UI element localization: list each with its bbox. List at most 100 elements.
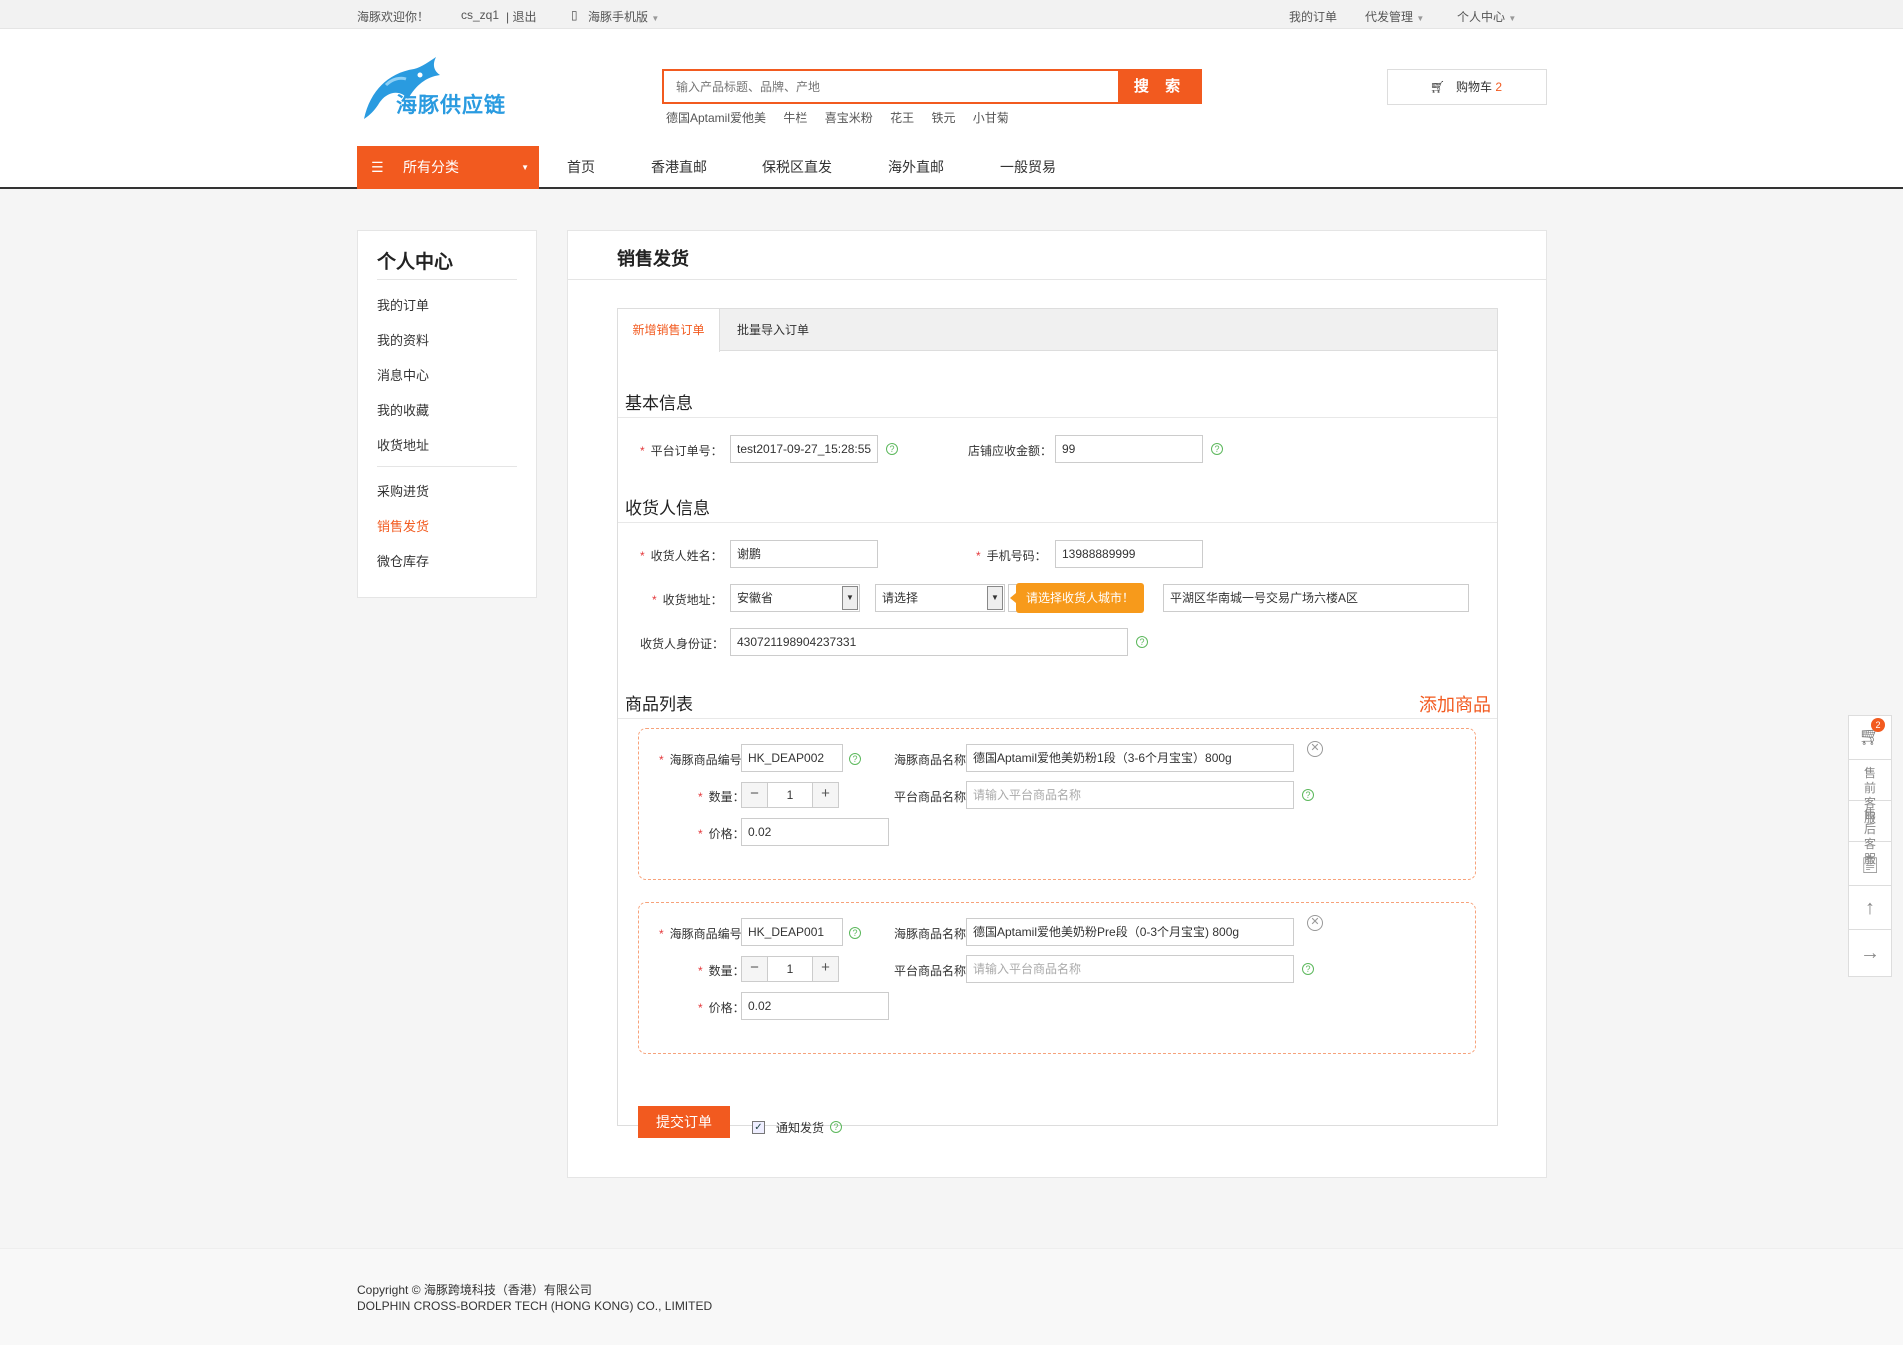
city-tooltip: 请选择收货人城市！ xyxy=(1009,583,1145,613)
cart-icon: 🛒︎ xyxy=(1430,80,1446,94)
phone-input[interactable]: 13988889999 xyxy=(1055,540,1203,568)
mobile-version-link[interactable]: 海豚手机版 ▼ xyxy=(588,8,659,25)
clipboard-search-icon[interactable]: 📋︎ xyxy=(1849,842,1891,886)
arrow-up-icon[interactable]: ↑ xyxy=(1849,886,1891,930)
help-icon[interactable]: ? xyxy=(1211,443,1223,455)
sidebar-item-favorites[interactable]: 我的收藏 xyxy=(377,400,429,419)
goods-code-input[interactable]: HK_DEAP002 xyxy=(741,744,843,772)
hot-word-link[interactable]: 德国Aptamil爱他美 xyxy=(666,111,766,125)
my-orders-link[interactable]: 我的订单 xyxy=(1289,8,1337,25)
quantity-value[interactable]: 1 xyxy=(768,783,812,807)
divider xyxy=(377,466,517,467)
decrement-button[interactable]: − xyxy=(742,957,768,981)
sidebar-item-warehouse[interactable]: 微仓库存 xyxy=(377,551,429,570)
id-input[interactable]: 430721198904237331 xyxy=(730,628,1128,656)
hot-word-link[interactable]: 铁元 xyxy=(931,111,955,125)
float-cart-button[interactable]: 🛒︎ 2 xyxy=(1849,716,1891,760)
quantity-value[interactable]: 1 xyxy=(768,957,812,981)
tab-bulk-import[interactable]: 批量导入订单 xyxy=(720,309,826,351)
goods-code-label: * 海豚商品编号： xyxy=(659,753,754,767)
section-title-consignee: 收货人信息 xyxy=(625,499,710,518)
mobile-icon: ▯ xyxy=(571,8,578,22)
chevron-down-icon: ▼ xyxy=(521,163,529,172)
cart-badge: 2 xyxy=(1871,718,1885,732)
aftersale-service-button[interactable]: 售后客服 xyxy=(1849,801,1891,866)
sidebar-item-my-orders[interactable]: 我的订单 xyxy=(377,295,429,314)
hot-words: 德国Aptamil爱他美 牛栏 喜宝米粉 花王 铁元 小甘菊 xyxy=(666,109,1023,126)
phone-label: * 手机号码： xyxy=(976,549,1047,563)
decrement-button[interactable]: − xyxy=(742,783,768,807)
agent-menu[interactable]: 代发管理 ▼ xyxy=(1365,8,1424,25)
logo[interactable]: 海豚供应链 xyxy=(356,51,516,123)
divider xyxy=(377,279,517,280)
all-categories-button[interactable]: ☰ 所有分类 ▼ xyxy=(357,146,539,189)
hot-word-link[interactable]: 牛栏 xyxy=(783,111,807,125)
order-form-panel: 新增销售订单 批量导入订单 基本信息 * 平台订单号： test2017-09-2… xyxy=(617,308,1498,1138)
amount-input[interactable]: 99 xyxy=(1055,435,1203,463)
help-icon[interactable]: ? xyxy=(1302,789,1314,801)
top-bar: 海豚欢迎你！ cs_zq1 | 退出 ▯ 海豚手机版 ▼ 我的订单 代发管理 ▼… xyxy=(0,0,1903,29)
search-input[interactable] xyxy=(664,71,1114,102)
sidebar-item-address[interactable]: 收货地址 xyxy=(377,435,429,454)
increment-button[interactable]: + xyxy=(812,783,838,807)
price-input[interactable]: 0.02 xyxy=(741,992,889,1020)
quantity-stepper: − 1 + xyxy=(741,782,839,808)
sidebar-item-messages[interactable]: 消息中心 xyxy=(377,365,429,384)
hot-word-link[interactable]: 小甘菊 xyxy=(973,111,1009,125)
tab-new-order[interactable]: 新增销售订单 xyxy=(618,309,720,352)
username-link[interactable]: cs_zq1 xyxy=(461,8,499,22)
nav-item-hk[interactable]: 香港直邮 xyxy=(651,146,707,189)
order-no-input[interactable]: test2017-09-27_15:28:55 xyxy=(730,435,878,463)
platform-name-input[interactable]: 请输入平台商品名称 xyxy=(966,781,1294,809)
increment-button[interactable]: + xyxy=(812,957,838,981)
divider xyxy=(568,279,1546,280)
help-icon[interactable]: ? xyxy=(849,927,861,939)
goods-name-input[interactable]: 德国Aptamil爱他美奶粉1段（3-6个月宝宝）800g xyxy=(966,744,1294,772)
sidebar-item-profile[interactable]: 我的资料 xyxy=(377,330,429,349)
close-icon[interactable]: ✕ xyxy=(1307,915,1323,931)
presale-service-button[interactable]: 售前客服 xyxy=(1849,760,1891,825)
hot-word-link[interactable]: 喜宝米粉 xyxy=(825,111,873,125)
add-goods-button[interactable]: 添加商品 xyxy=(1419,691,1491,717)
province-value: 安徽省 xyxy=(737,591,774,605)
nav-item-overseas[interactable]: 海外直邮 xyxy=(888,146,944,189)
user-center-menu[interactable]: 个人中心 ▼ xyxy=(1457,8,1516,25)
nav-item-trade[interactable]: 一般贸易 xyxy=(1000,146,1056,189)
cart-button[interactable]: 🛒︎ 购物车 2 xyxy=(1387,69,1547,105)
province-select[interactable]: 安徽省 ▼ xyxy=(730,584,860,612)
arrow-right-icon[interactable]: → xyxy=(1849,930,1891,976)
nav-item-home[interactable]: 首页 xyxy=(567,146,595,189)
city-select[interactable]: 请选择 ▼ xyxy=(875,584,1005,612)
help-icon[interactable]: ? xyxy=(1302,963,1314,975)
help-icon[interactable]: ? xyxy=(1136,636,1148,648)
search-button[interactable]: 搜 索 xyxy=(1118,69,1202,104)
close-icon[interactable]: ✕ xyxy=(1307,741,1323,757)
name-input[interactable]: 谢鹏 xyxy=(730,540,878,568)
name-label: * 收货人姓名： xyxy=(640,549,723,563)
sidebar-item-purchase[interactable]: 采购进货 xyxy=(377,481,429,500)
float-toolbar: 🛒︎ 2 售前客服 售后客服 📋︎ ↑ → xyxy=(1848,715,1892,977)
notify-checkbox[interactable]: ✓ xyxy=(752,1121,765,1134)
divider xyxy=(618,718,1497,719)
welcome-text: 海豚欢迎你！ xyxy=(357,10,430,24)
search-bar: 搜 索 xyxy=(662,69,1202,104)
hot-word-link[interactable]: 花王 xyxy=(890,111,914,125)
nav-item-bonded[interactable]: 保税区直发 xyxy=(762,146,832,189)
submit-order-button[interactable]: 提交订单 xyxy=(638,1106,730,1138)
goods-code-input[interactable]: HK_DEAP001 xyxy=(741,918,843,946)
goods-name-input[interactable]: 德国Aptamil爱他美奶粉Pre段（0-3个月宝宝) 800g xyxy=(966,918,1294,946)
help-icon[interactable]: ? xyxy=(830,1121,842,1133)
logout-link[interactable]: | 退出 xyxy=(506,8,536,25)
main-nav: ☰ 所有分类 ▼ 首页 香港直邮 保税区直发 海外直邮 一般贸易 xyxy=(0,146,1903,189)
price-label: * 价格： xyxy=(698,827,745,841)
goods-code-label: * 海豚商品编号： xyxy=(659,927,754,941)
street-input[interactable]: 平湖区华南城一号交易广场六楼A区 xyxy=(1163,584,1469,612)
price-input[interactable]: 0.02 xyxy=(741,818,889,846)
platform-name-input[interactable]: 请输入平台商品名称 xyxy=(966,955,1294,983)
chevron-down-icon: ▼ xyxy=(842,586,858,610)
address-label: * 收货地址： xyxy=(652,593,723,607)
amount-label: 店铺应收金额： xyxy=(968,444,1053,458)
sidebar-item-sales[interactable]: 销售发货 xyxy=(377,516,429,535)
help-icon[interactable]: ? xyxy=(849,753,861,765)
help-icon[interactable]: ? xyxy=(886,443,898,455)
